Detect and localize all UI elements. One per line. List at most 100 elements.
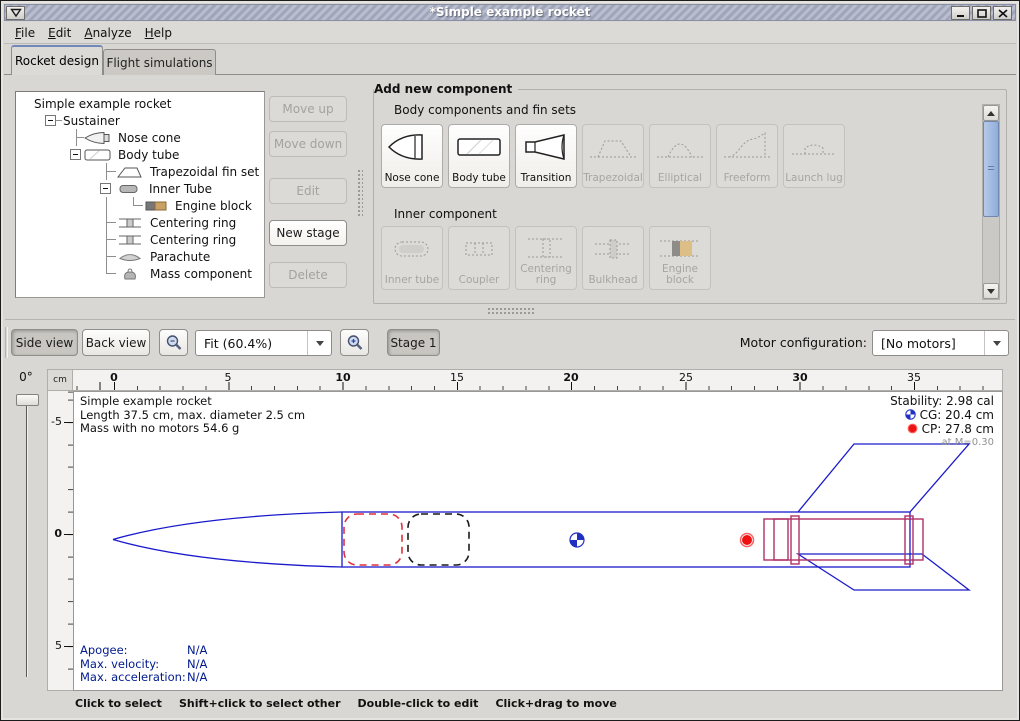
tree-item-sustainer[interactable]: Sustainer bbox=[20, 112, 264, 129]
chevron-down-icon bbox=[993, 341, 1001, 346]
tree-item-engine-block[interactable]: Engine block bbox=[20, 197, 264, 214]
scroll-up-button[interactable] bbox=[983, 105, 999, 121]
side-view-button[interactable]: Side view bbox=[11, 329, 78, 356]
vertical-splitter-handle[interactable] bbox=[357, 169, 363, 217]
engine-block-icon bbox=[654, 231, 706, 267]
add-elliptical-fin-button[interactable]: Elliptical bbox=[649, 124, 711, 188]
vertical-ruler: -5 0 5 bbox=[47, 391, 73, 691]
add-coupler-button[interactable]: Coupler bbox=[448, 226, 510, 290]
minimize-button[interactable] bbox=[951, 6, 970, 20]
collapse-icon[interactable] bbox=[70, 149, 81, 160]
centering-ring-tree-icon bbox=[116, 233, 144, 247]
mach-condition: at M=0.30 bbox=[890, 436, 994, 450]
body-components-label: Body components and fin sets bbox=[394, 103, 576, 117]
horizontal-splitter-handle[interactable] bbox=[487, 307, 535, 315]
stage-1-toggle[interactable]: Stage 1 bbox=[387, 329, 440, 356]
add-bulkhead-button[interactable]: Bulkhead bbox=[582, 226, 644, 290]
tree-item-rocket[interactable]: Simple example rocket bbox=[20, 95, 264, 112]
add-body-tube-button[interactable]: Body tube bbox=[448, 124, 510, 188]
window-menu-icon[interactable] bbox=[6, 6, 25, 20]
add-component-group: Add new component Body components and fi… bbox=[373, 89, 1007, 304]
add-nose-cone-button[interactable]: Nose cone bbox=[381, 124, 443, 188]
new-stage-button[interactable]: New stage bbox=[269, 220, 347, 246]
centering-ring-icon bbox=[520, 231, 572, 267]
add-freeform-fin-button[interactable]: Freeform bbox=[716, 124, 778, 188]
zoom-out-button[interactable] bbox=[159, 329, 188, 356]
mass-component-tree-icon bbox=[116, 267, 144, 281]
elliptical-fin-icon bbox=[654, 129, 706, 165]
maximize-icon bbox=[977, 9, 987, 18]
add-trapezoidal-fin-button[interactable]: Trapezoidal bbox=[582, 124, 644, 188]
ruler-unit-box: cm bbox=[47, 369, 73, 391]
parachute-outline bbox=[344, 514, 402, 565]
tab-flight-simulations[interactable]: Flight simulations bbox=[103, 49, 216, 75]
menu-file[interactable]: File bbox=[11, 24, 39, 42]
motor-configuration-select[interactable]: [No motors] bbox=[872, 330, 1009, 356]
tree-item-mass-component[interactable]: Mass component bbox=[20, 265, 264, 282]
body-tube-outline bbox=[342, 512, 910, 567]
centering-ring-tree-icon bbox=[116, 216, 144, 230]
maximize-button[interactable] bbox=[972, 6, 991, 20]
toolbar-separator bbox=[5, 327, 8, 358]
collapse-icon[interactable] bbox=[100, 183, 111, 194]
delete-button[interactable]: Delete bbox=[269, 262, 347, 288]
menu-analyze[interactable]: Analyze bbox=[80, 24, 135, 42]
add-transition-button[interactable]: Transition bbox=[515, 124, 577, 188]
motor-configuration-label: Motor configuration: bbox=[701, 335, 867, 350]
scroll-down-button[interactable] bbox=[983, 283, 999, 299]
tree-item-centering-ring-2[interactable]: Centering ring bbox=[20, 231, 264, 248]
coupler-icon bbox=[453, 231, 505, 267]
add-inner-tube-button[interactable]: Inner tube bbox=[381, 226, 443, 290]
move-up-button[interactable]: Move up bbox=[269, 96, 347, 122]
openrocket-window: *Simple example rocket File Edit Analyze… bbox=[0, 0, 1020, 721]
rotation-slider-track[interactable] bbox=[26, 406, 28, 677]
zoom-in-button[interactable] bbox=[340, 329, 369, 356]
transition-icon bbox=[520, 129, 572, 165]
engine-block-outline bbox=[774, 519, 788, 560]
zoom-select[interactable]: Fit (60.4%) bbox=[195, 330, 332, 356]
collapse-icon[interactable] bbox=[45, 115, 56, 126]
close-button[interactable] bbox=[993, 6, 1012, 20]
edit-button[interactable]: Edit bbox=[269, 178, 347, 204]
menu-edit[interactable]: Edit bbox=[44, 24, 75, 42]
nose-cone-outline bbox=[113, 512, 342, 540]
centering-ring-outline bbox=[791, 516, 799, 564]
flight-estimates: Apogee:N/A Max. velocity:N/A Max. accele… bbox=[80, 644, 207, 685]
menu-help[interactable]: Help bbox=[141, 24, 176, 42]
trapezoidal-fin-icon bbox=[587, 129, 639, 165]
scrollbar-thumb[interactable] bbox=[983, 121, 999, 217]
window-title: *Simple example rocket bbox=[5, 5, 1015, 20]
magnifier-plus-icon bbox=[346, 334, 364, 352]
arrow-up-icon bbox=[987, 111, 995, 116]
h-ruler-major-ticks bbox=[73, 382, 1002, 390]
add-engine-block-button[interactable]: Engine block bbox=[649, 226, 711, 290]
parachute-tree-icon bbox=[116, 250, 144, 264]
mass-component-outline bbox=[408, 514, 469, 565]
tree-item-centering-ring-1[interactable]: Centering ring bbox=[20, 214, 264, 231]
rocket-canvas[interactable]: Simple example rocket Length 37.5 cm, ma… bbox=[73, 391, 1003, 691]
nose-cone-outline bbox=[113, 540, 342, 568]
back-view-button[interactable]: Back view bbox=[82, 329, 150, 356]
component-panel-scrollbar[interactable] bbox=[982, 104, 1000, 300]
rotation-angle-value: 0° bbox=[11, 370, 41, 384]
menu-bar: File Edit Analyze Help bbox=[4, 22, 1016, 44]
rotation-slider-handle[interactable] bbox=[16, 394, 39, 406]
move-down-button[interactable]: Move down bbox=[269, 131, 347, 157]
minimize-icon bbox=[956, 9, 966, 18]
arrow-down-icon bbox=[987, 289, 995, 294]
tree-item-nose-cone[interactable]: Nose cone bbox=[20, 129, 264, 146]
add-component-title: Add new component bbox=[374, 82, 518, 96]
add-centering-ring-button[interactable]: Centering ring bbox=[515, 226, 577, 290]
combo-arrow[interactable] bbox=[984, 331, 1008, 355]
cg-marker bbox=[570, 533, 584, 547]
body-tube-icon bbox=[453, 129, 505, 165]
tab-strip: Rocket design Flight simulations bbox=[4, 45, 1016, 75]
tree-item-parachute[interactable]: Parachute bbox=[20, 248, 264, 265]
add-launch-lug-button[interactable]: Launch lug bbox=[783, 124, 845, 188]
tab-rocket-design[interactable]: Rocket design bbox=[11, 45, 103, 75]
tree-item-trapezoidal-fin-set[interactable]: Trapezoidal fin set bbox=[20, 163, 264, 180]
combo-arrow[interactable] bbox=[307, 331, 331, 355]
body-tube-tree-icon bbox=[84, 148, 112, 162]
tree-item-inner-tube[interactable]: Inner Tube bbox=[20, 180, 264, 197]
tree-item-body-tube[interactable]: Body tube bbox=[20, 146, 264, 163]
